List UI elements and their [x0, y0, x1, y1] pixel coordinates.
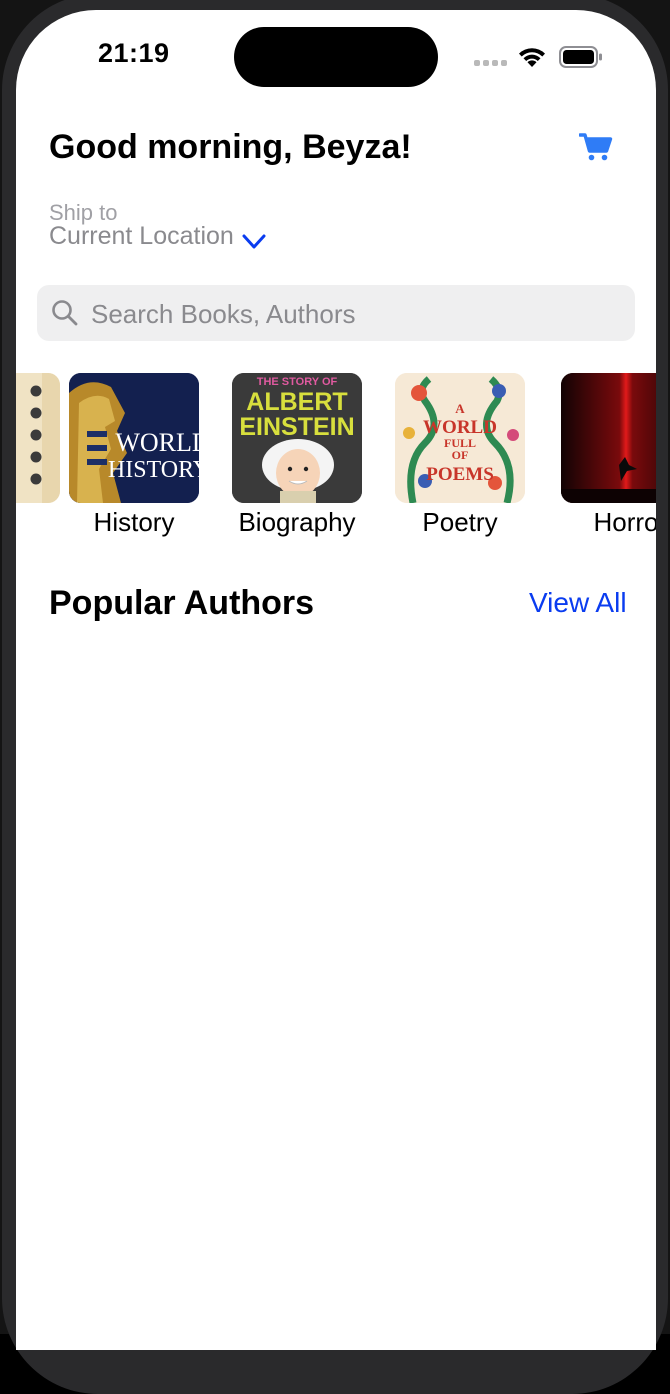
albert-einstein-cover: THE STORY OF ALBERT EINSTEIN — [232, 373, 362, 503]
partial-book-cover — [16, 373, 60, 503]
category-label: History — [93, 507, 175, 537]
world-history-cover: WORLD HISTORY — [69, 373, 199, 503]
category-label: Horro — [593, 507, 656, 537]
cover-line4: OF — [452, 448, 469, 462]
cover-name-line1: ALBERT — [246, 388, 347, 416]
view-all-link[interactable]: View All — [529, 587, 627, 619]
dynamic-island — [234, 27, 438, 87]
cart-icon[interactable] — [579, 132, 613, 162]
wifi-icon — [519, 48, 545, 67]
cover-line1: A — [455, 401, 465, 416]
status-time: 21:19 — [98, 38, 170, 68]
cover-line5: POEMS — [426, 464, 494, 485]
cover-title-line1: WORLD — [115, 428, 199, 457]
search-icon — [52, 300, 78, 326]
popular-authors-title: Popular Authors — [49, 584, 315, 622]
horror-cover — [561, 373, 656, 503]
category-carousel[interactable]: WORLD HISTORY History THE STORY OF ALBER… — [16, 373, 656, 543]
category-label: Poetry — [422, 507, 498, 537]
cover-name-line2: EINSTEIN — [239, 413, 354, 441]
location-selector[interactable]: Current Location — [49, 222, 266, 254]
cellular-signal-icon — [474, 60, 508, 68]
battery-icon — [559, 46, 602, 68]
chevron-down-icon — [242, 234, 266, 249]
greeting-title: Good morning, Beyza! — [49, 128, 412, 166]
current-location-label: Current Location — [49, 222, 234, 250]
app-screen: 21:19 Good morning, Beyza! Ship to Curre… — [16, 10, 656, 1350]
cover-title-line2: HISTORY — [108, 457, 199, 483]
world-full-of-poems-cover: A WORLD FULL OF POEMS — [395, 373, 525, 503]
search-bar[interactable] — [37, 285, 635, 343]
category-label: Biography — [238, 507, 356, 537]
cover-line2: WORLD — [423, 417, 497, 438]
search-input[interactable] — [89, 285, 623, 343]
cover-top-line: THE STORY OF — [257, 376, 338, 388]
